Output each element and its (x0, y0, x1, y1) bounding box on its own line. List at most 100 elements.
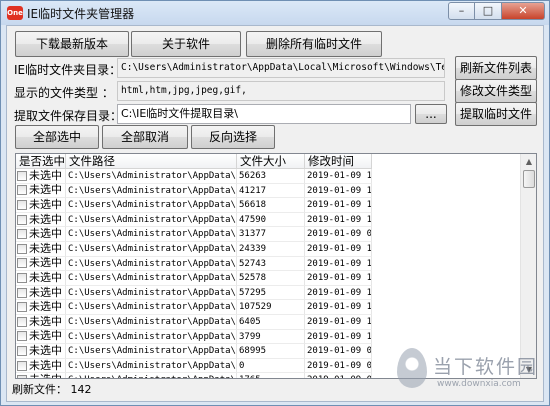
cell-time: 2019-01-09 16 (305, 183, 372, 199)
header-path[interactable]: 文件路径 (66, 154, 237, 169)
cell-path: C:\Users\Administrator\AppData\Lo (66, 300, 237, 315)
about-button[interactable]: 关于软件 (131, 31, 241, 57)
cell-time: 2019-01-09 08 (305, 344, 372, 359)
minimize-button[interactable]: – (448, 2, 475, 20)
row-checkbox[interactable] (17, 243, 27, 254)
table-row[interactable]: 未选中 C:\Users\Administrator\AppData\Lo 5626… (16, 169, 521, 184)
table-row[interactable]: 未选中 C:\Users\Administrator\AppData\Lo 4759… (16, 212, 521, 228)
temp-folder-field[interactable]: C:\Users\Administrator\AppData\Local\Mic… (117, 58, 445, 78)
cell-time: 2019-01-09 15 (305, 329, 372, 345)
file-types-field[interactable]: html,htm,jpg,jpeg,gif, (117, 81, 445, 101)
cell-selected-label: 未选中 (29, 212, 62, 226)
cell-selected[interactable]: 未选中 (16, 285, 66, 301)
table-row[interactable]: 未选中 C:\Users\Administrator\AppData\Lo 2433… (16, 241, 521, 257)
window-controls: – □ ✕ (448, 2, 545, 20)
header-time[interactable]: 修改时间 (305, 154, 372, 169)
download-latest-button[interactable]: 下载最新版本 (15, 31, 129, 57)
maximize-button[interactable]: □ (475, 2, 502, 20)
cell-size: 57295 (237, 285, 305, 301)
cell-time: 2019-01-09 16 (305, 314, 372, 330)
client-area: 下载最新版本 关于软件 删除所有临时文件 IE临时文件夹目录： C:\Users… (6, 25, 544, 402)
table-row[interactable]: 未选中 C:\Users\Administrator\AppData\Lo 5729… (16, 285, 521, 301)
cell-time: 2019-01-09 08 (305, 373, 372, 378)
deselect-all-button[interactable]: 全部取消 (102, 125, 188, 149)
cell-path: C:\Users\Administrator\AppData\Lo (66, 256, 237, 272)
cell-selected-label: 未选中 (29, 169, 62, 182)
cell-time: 2019-01-09 08 (305, 358, 372, 374)
cell-selected[interactable]: 未选中 (16, 227, 66, 242)
row-checkbox[interactable] (17, 214, 27, 225)
cell-time: 2019-01-09 12 (305, 169, 372, 184)
window-title: IE临时文件夹管理器 (27, 7, 135, 21)
cell-selected-label: 未选中 (29, 300, 62, 314)
title-bar[interactable]: One IE临时文件夹管理器 – □ ✕ (1, 1, 549, 25)
scroll-up-icon[interactable]: ▲ (521, 154, 536, 170)
table-row[interactable]: 未选中 C:\Users\Administrator\AppData\Lo 4121… (16, 183, 521, 199)
cell-selected[interactable]: 未选中 (16, 183, 66, 199)
row-checkbox[interactable] (17, 302, 27, 313)
row-checkbox[interactable] (17, 258, 27, 269)
cell-time: 2019-01-09 15 (305, 300, 372, 315)
cell-selected-label: 未选中 (29, 373, 62, 378)
watermark: 当下软件园 www.downxia.com (393, 342, 543, 402)
table-row[interactable]: 未选中 C:\Users\Administrator\AppData\Lo 5661… (16, 198, 521, 213)
cell-selected[interactable]: 未选中 (16, 358, 66, 374)
watermark-name: 当下软件园 (433, 356, 539, 378)
table-row[interactable]: 未选中 C:\Users\Administrator\AppData\Lo 3137… (16, 227, 521, 242)
table-row[interactable]: 未选中 C:\Users\Administrator\AppData\Lo 1075… (16, 300, 521, 315)
extract-files-button[interactable]: 提取临时文件 (455, 102, 537, 126)
row-checkbox[interactable] (17, 360, 27, 371)
cell-path: C:\Users\Administrator\AppData\Lo (66, 183, 237, 199)
header-size[interactable]: 文件大小 (237, 154, 305, 169)
file-types-label: 显示的文件类型 ： (14, 86, 114, 100)
cell-selected[interactable]: 未选中 (16, 256, 66, 272)
cell-selected[interactable]: 未选中 (16, 271, 66, 286)
cell-selected-label: 未选中 (29, 271, 62, 284)
save-dir-label: 提取文件保存目录： (14, 109, 123, 123)
row-checkbox[interactable] (17, 331, 27, 342)
watermark-url: www.downxia.com (437, 379, 521, 389)
refresh-list-button[interactable]: 刷新文件列表 (455, 56, 537, 80)
cell-path: C:\Users\Administrator\AppData\Lo (66, 285, 237, 301)
cell-size: 41217 (237, 183, 305, 199)
cell-path: C:\Users\Administrator\AppData\Lo (66, 373, 237, 378)
table-row[interactable]: 未选中 C:\Users\Administrator\AppData\Lo 5274… (16, 256, 521, 272)
cell-selected[interactable]: 未选中 (16, 212, 66, 228)
table-row[interactable]: 未选中 C:\Users\Administrator\AppData\Lo 5257… (16, 271, 521, 286)
modify-types-button[interactable]: 修改文件类型 (455, 79, 537, 103)
row-checkbox[interactable] (17, 287, 27, 298)
cell-selected-label: 未选中 (29, 329, 62, 343)
cell-selected[interactable]: 未选中 (16, 314, 66, 330)
scroll-thumb[interactable] (523, 170, 535, 188)
cell-selected-label: 未选中 (29, 314, 62, 328)
row-checkbox[interactable] (17, 316, 27, 327)
row-checkbox[interactable] (17, 272, 27, 283)
cell-selected[interactable]: 未选中 (16, 198, 66, 213)
cell-path: C:\Users\Administrator\AppData\Lo (66, 314, 237, 330)
cell-selected[interactable]: 未选中 (16, 373, 66, 378)
row-checkbox[interactable] (17, 199, 27, 210)
cell-size: 47590 (237, 212, 305, 228)
cell-selected[interactable]: 未选中 (16, 300, 66, 315)
row-checkbox[interactable] (17, 229, 27, 240)
save-dir-input[interactable]: C:\IE临时文件提取目录\ (117, 104, 411, 124)
cell-selected[interactable]: 未选中 (16, 344, 66, 359)
cell-size: 0 (237, 358, 305, 374)
browse-button[interactable]: ... (415, 104, 447, 124)
row-checkbox[interactable] (17, 375, 27, 378)
select-all-button[interactable]: 全部选中 (15, 125, 99, 149)
cell-selected[interactable]: 未选中 (16, 329, 66, 345)
cell-selected-label: 未选中 (29, 227, 62, 241)
header-selected[interactable]: 是否选中 (16, 154, 66, 169)
row-checkbox[interactable] (17, 345, 27, 356)
row-checkbox[interactable] (17, 170, 27, 181)
cell-selected[interactable]: 未选中 (16, 169, 66, 184)
invert-selection-button[interactable]: 反向选择 (191, 125, 275, 149)
delete-all-temp-button[interactable]: 删除所有临时文件 (246, 31, 382, 57)
cell-path: C:\Users\Administrator\AppData\Lo (66, 271, 237, 286)
row-checkbox[interactable] (17, 185, 27, 196)
folder-label: IE临时文件夹目录： (14, 63, 122, 77)
cell-selected[interactable]: 未选中 (16, 241, 66, 257)
close-button[interactable]: ✕ (502, 2, 545, 20)
table-row[interactable]: 未选中 C:\Users\Administrator\AppData\Lo 6405… (16, 314, 521, 330)
